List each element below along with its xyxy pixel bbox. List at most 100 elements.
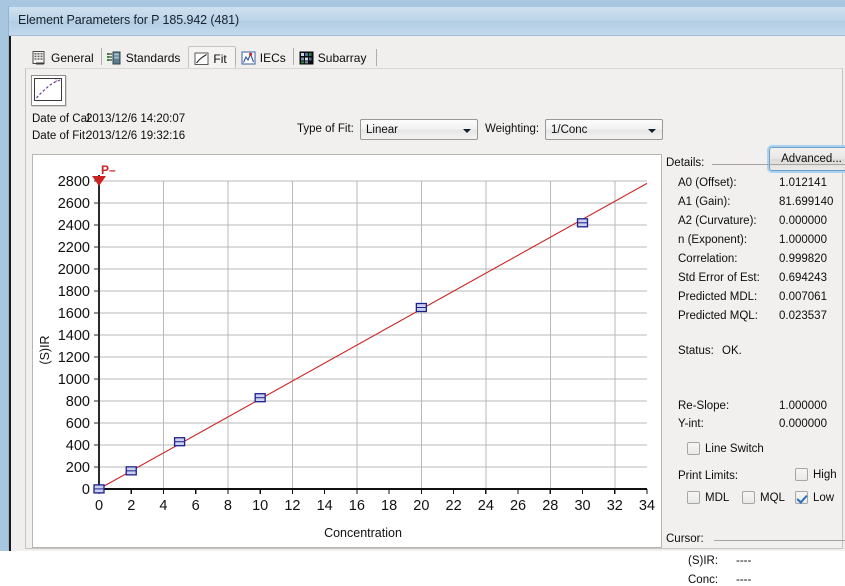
checkbox-box-checked-icon xyxy=(795,491,808,504)
detail-key: A1 (Gain): xyxy=(678,196,730,208)
detail-value: 0.000000 xyxy=(779,215,827,227)
detail-value: 1.000000 xyxy=(779,234,827,246)
svg-text:32: 32 xyxy=(607,498,623,514)
mql-checkbox[interactable]: MQL xyxy=(742,491,785,504)
svg-text:14: 14 xyxy=(317,498,333,514)
svg-text:6: 6 xyxy=(192,498,200,514)
detail-key: Std Error of Est: xyxy=(678,272,760,284)
x-axis-label: Concentration xyxy=(324,526,402,540)
svg-text:1200: 1200 xyxy=(58,350,90,366)
svg-text:12: 12 xyxy=(284,498,300,514)
svg-text:30: 30 xyxy=(574,498,590,514)
detail-key: Predicted MDL: xyxy=(678,291,757,303)
detail-value: 0.023537 xyxy=(779,310,827,322)
dialog-client-area: General Standards xyxy=(9,36,845,551)
high-label: High xyxy=(813,469,837,481)
iec-spectrum-icon xyxy=(241,51,256,65)
weighting-select[interactable]: 1/Conc xyxy=(545,119,663,140)
date-of-cal-label: Date of Cal: xyxy=(32,113,93,125)
y-int-label: Y-int: xyxy=(678,418,704,430)
detail-key: A0 (Offset): xyxy=(678,177,737,189)
cursor-heading: Cursor: xyxy=(666,533,704,545)
cursor-conc-label: Conc: xyxy=(688,574,718,586)
tab-fit[interactable]: Fit xyxy=(188,46,235,70)
detail-value: 0.007061 xyxy=(779,291,827,303)
date-of-fit-value: 2013/12/6 19:32:16 xyxy=(86,130,185,142)
detail-key: Correlation: xyxy=(678,253,737,265)
type-of-fit-select[interactable]: Linear xyxy=(360,119,478,140)
date-of-fit-label: Date of Fit: xyxy=(32,130,88,142)
dialog-window: Element Parameters for P 185.942 (481) G… xyxy=(0,0,845,551)
tab-iecs[interactable]: IECs xyxy=(236,47,294,69)
detail-key: Predicted MQL: xyxy=(678,310,758,322)
type-of-fit-value: Linear xyxy=(361,124,398,136)
tab-subarray[interactable]: Subarray xyxy=(294,47,375,69)
fit-curve-icon xyxy=(194,52,209,66)
svg-text:18: 18 xyxy=(381,498,397,514)
svg-text:10: 10 xyxy=(252,498,268,514)
tab-general-label: General xyxy=(51,51,94,65)
calibration-plot[interactable]: 0200400600800100012001400160018002000220… xyxy=(32,154,662,548)
svg-text:20: 20 xyxy=(413,498,429,514)
svg-text:16: 16 xyxy=(349,498,365,514)
standards-rack-icon xyxy=(107,51,122,65)
tab-strip: General Standards xyxy=(27,45,377,69)
cursor-conc-value: ---- xyxy=(736,574,751,586)
svg-text:2200: 2200 xyxy=(58,240,90,256)
svg-text:1400: 1400 xyxy=(58,328,90,344)
tab-fit-label: Fit xyxy=(213,52,226,66)
detail-value: 0.999820 xyxy=(779,253,827,265)
chevron-down-icon xyxy=(463,129,471,133)
svg-text:34: 34 xyxy=(639,498,655,514)
tab-general[interactable]: General xyxy=(27,47,102,69)
checkbox-box-icon xyxy=(687,491,700,504)
svg-text:600: 600 xyxy=(66,416,90,432)
svg-text:4: 4 xyxy=(159,498,167,514)
fit-tab-page: x Date of Cal: 2013/12/6 14:20:07 Date o… xyxy=(25,68,843,549)
calibration-plot-svg: 0200400600800100012001400160018002000220… xyxy=(33,155,661,547)
svg-text:2: 2 xyxy=(127,498,135,514)
svg-text:0: 0 xyxy=(95,498,103,514)
tab-standards-label: Standards xyxy=(126,51,181,65)
cursor-sir-label: (S)IR: xyxy=(688,555,718,567)
weighting-label: Weighting: xyxy=(485,123,539,135)
y-axis-label: (S)IR xyxy=(38,335,52,364)
y-int-value: 0.000000 xyxy=(779,418,827,430)
mdl-checkbox[interactable]: MDL xyxy=(687,491,729,504)
checkbox-box-icon xyxy=(795,468,808,481)
svg-text:24: 24 xyxy=(478,498,494,514)
date-of-cal-value: 2013/12/6 14:20:07 xyxy=(86,113,185,125)
status-label: Status: xyxy=(678,345,714,357)
svg-text:800: 800 xyxy=(66,394,90,410)
detail-value: 0.694243 xyxy=(779,272,827,284)
svg-text:2000: 2000 xyxy=(58,262,90,278)
weighting-value: 1/Conc xyxy=(546,124,587,136)
window-titlebar: Element Parameters for P 185.942 (481) xyxy=(9,7,845,36)
detail-key: n (Exponent): xyxy=(678,234,747,246)
checkbox-box-icon xyxy=(742,491,755,504)
details-panel: Details: A0 (Offset):1.012141A1 (Gain):8… xyxy=(666,157,845,549)
low-checkbox[interactable]: Low xyxy=(795,491,834,504)
svg-text:2800: 2800 xyxy=(58,174,90,190)
svg-text:400: 400 xyxy=(66,438,90,454)
svg-text:1600: 1600 xyxy=(58,306,90,322)
svg-text:1800: 1800 xyxy=(58,284,90,300)
tab-standards[interactable]: Standards xyxy=(102,47,189,69)
cursor-group-rule xyxy=(714,540,845,541)
line-switch-checkbox[interactable]: Line Switch xyxy=(687,442,764,455)
window-title: Element Parameters for P 185.942 (481) xyxy=(18,13,239,27)
high-checkbox[interactable]: High xyxy=(795,468,837,481)
subarray-grid-icon xyxy=(299,51,314,65)
status-value: OK. xyxy=(722,345,742,357)
tab-subarray-label: Subarray xyxy=(318,51,367,65)
svg-text:26: 26 xyxy=(510,498,526,514)
checkbox-box-icon xyxy=(687,442,700,455)
cursor-sir-value: ---- xyxy=(736,555,751,567)
print-limits-label: Print Limits: xyxy=(678,470,738,482)
mql-label: MQL xyxy=(760,492,785,504)
svg-text:2600: 2600 xyxy=(58,196,90,212)
svg-text:200: 200 xyxy=(66,460,90,476)
tab-iecs-label: IECs xyxy=(260,51,286,65)
detail-value: 1.012141 xyxy=(779,177,827,189)
svg-text:P–: P– xyxy=(101,163,116,177)
